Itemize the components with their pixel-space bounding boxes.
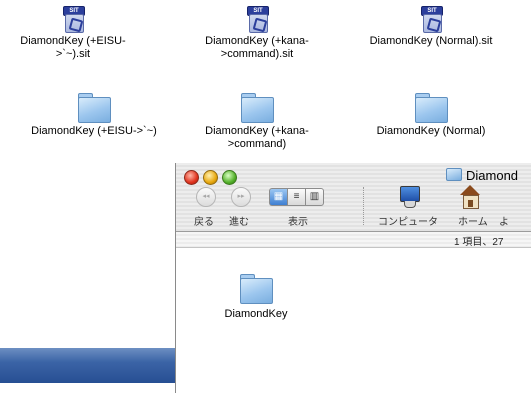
window-content: DiamondKey: [176, 248, 531, 393]
icon-view-button[interactable]: ▦: [269, 188, 287, 206]
sit-archive-icon: SIT: [419, 6, 443, 33]
dock-background: [0, 348, 175, 383]
desktop-item-sit-eisu[interactable]: SIT DiamondKey (+EISU- >`~).sit: [18, 6, 128, 61]
computer-label[interactable]: コンピュータ: [378, 213, 438, 228]
finder-window[interactable]: Diamond ◂◂ 戻る ▸▸ 進む ▦ ≡ ▥ 表示 コンピュータ ホーム …: [175, 163, 531, 393]
columns-icon: ▥: [309, 191, 320, 202]
desktop-item-sit-kana[interactable]: SIT DiamondKey (+kana- >command).sit: [192, 6, 322, 61]
home-label[interactable]: ホーム: [458, 213, 488, 228]
desktop-item-label: DiamondKey (+kana- >command): [205, 125, 309, 150]
folder-icon: [240, 92, 274, 123]
forward-label: 進む: [229, 217, 249, 228]
close-button[interactable]: [184, 170, 199, 185]
desktop-item-label: DiamondKey (+kana- >command).sit: [205, 35, 309, 60]
status-bar: 1 項目、27: [176, 232, 531, 248]
folder-icon: [239, 273, 273, 304]
window-title-text: Diamond: [466, 168, 519, 183]
column-view-button[interactable]: ▥: [305, 188, 324, 206]
window-titlebar[interactable]: Diamond ◂◂ 戻る ▸▸ 進む ▦ ≡ ▥ 表示 コンピュータ ホーム …: [176, 163, 531, 232]
forward-button[interactable]: ▸▸: [231, 187, 251, 207]
back-label: 戻る: [194, 217, 214, 228]
finder-item-label: DiamondKey: [224, 308, 288, 320]
back-arrow-icon: ◂◂: [202, 193, 210, 200]
sit-archive-icon: SIT: [61, 6, 85, 33]
status-text: 1 項目、27: [454, 237, 504, 248]
desktop-item-label: DiamondKey (+EISU->`~): [31, 125, 157, 137]
view-switcher[interactable]: ▦ ≡ ▥: [269, 188, 324, 206]
forward-arrow-icon: ▸▸: [237, 193, 245, 200]
folder-icon: [414, 92, 448, 123]
window-title: Diamond: [446, 168, 518, 183]
desktop-item-sit-normal[interactable]: SIT DiamondKey (Normal).sit: [356, 6, 506, 48]
back-button[interactable]: ◂◂: [196, 187, 216, 207]
view-label: 表示: [288, 217, 308, 228]
desktop-item-label: DiamondKey (Normal).sit: [369, 35, 493, 47]
toolbar-separator: [363, 187, 365, 225]
zoom-button[interactable]: [222, 170, 237, 185]
desktop-item-label: DiamondKey (Normal): [376, 125, 486, 137]
partial-toolbar-label[interactable]: よ: [499, 213, 509, 228]
computer-icon[interactable]: [398, 185, 420, 209]
folder-icon: [77, 92, 111, 123]
desktop: SIT DiamondKey (+EISU- >`~).sit SIT Diam…: [0, 0, 531, 393]
desktop-item-folder-normal[interactable]: DiamondKey (Normal): [356, 92, 506, 138]
folder-icon: [446, 168, 462, 181]
desktop-item-folder-eisu[interactable]: DiamondKey (+EISU->`~): [4, 92, 184, 138]
desktop-item-label: DiamondKey (+EISU- >`~).sit: [20, 35, 126, 60]
home-icon[interactable]: [459, 185, 481, 209]
desktop-item-folder-kana[interactable]: DiamondKey (+kana- >command): [192, 92, 322, 151]
finder-item-diamondkey[interactable]: DiamondKey: [196, 273, 316, 321]
list-view-button[interactable]: ≡: [287, 188, 305, 206]
list-icon: ≡: [293, 191, 300, 202]
grid-icon: ▦: [273, 191, 284, 202]
minimize-button[interactable]: [203, 170, 218, 185]
sit-archive-icon: SIT: [245, 6, 269, 33]
